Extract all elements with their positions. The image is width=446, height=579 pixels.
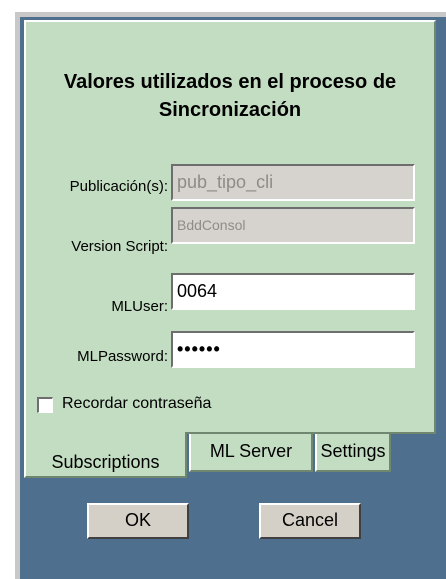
publicacion-field: pub_tipo_cli xyxy=(171,164,415,201)
ok-button[interactable]: OK xyxy=(87,503,189,539)
publicacion-label: Publicación(s): xyxy=(69,178,168,195)
frame-border-top xyxy=(15,12,446,17)
ml-user-label: MLUser: xyxy=(111,298,168,315)
tab-settings[interactable]: Settings xyxy=(315,434,391,472)
remember-password-label[interactable]: Recordar contraseña xyxy=(62,395,211,413)
tab-subscriptions[interactable]: Subscriptions xyxy=(24,432,187,478)
ml-user-input[interactable]: 0064 xyxy=(171,273,415,310)
cancel-button[interactable]: Cancel xyxy=(259,503,361,539)
tab-ml-server[interactable]: ML Server xyxy=(189,434,313,472)
panel-title: Valores utilizados en el proceso de Sinc… xyxy=(63,71,397,121)
remember-password-checkbox[interactable] xyxy=(37,397,53,413)
frame-border-left xyxy=(15,12,20,579)
version-script-label: Version Script: xyxy=(71,238,168,255)
ml-password-label: MLPassword: xyxy=(77,348,168,365)
version-script-field: BddConsol xyxy=(171,207,415,244)
ml-password-input[interactable]: •••••• xyxy=(171,331,415,368)
